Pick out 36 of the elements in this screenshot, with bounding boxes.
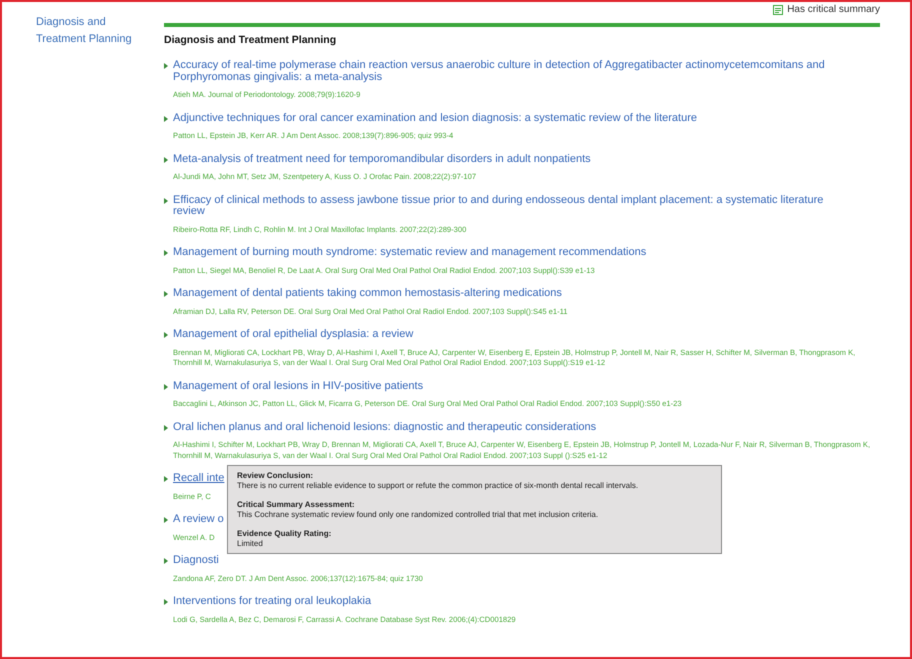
triangle-icon	[164, 558, 168, 564]
article-link[interactable]: A review o	[173, 514, 224, 526]
triangle-icon	[164, 332, 168, 338]
article-link[interactable]: Accuracy of real-time polymerase chain reaction versus anaerobic culture in detection of Aggregatibacter actinomycetemcomitans and Porphyromonas gingivalis: a meta-analysis	[173, 60, 840, 83]
article-link[interactable]: Management of oral epithelial dysplasia: a review	[173, 329, 414, 340]
article-link[interactable]: Management of dental patients taking common hemostasis-altering medications	[173, 288, 562, 300]
article-link[interactable]: Diagnosti	[173, 555, 219, 566]
triangle-icon	[164, 291, 168, 297]
triangle-icon	[164, 198, 168, 204]
article-link[interactable]: Management of burning mouth syndrome: systematic review and management recommendations	[173, 247, 646, 258]
tooltip-text: Limited	[237, 539, 264, 549]
article-link[interactable]: Meta-analysis of treatment need for temporomandibular disorders in adult nonpatients	[173, 154, 591, 165]
article-link[interactable]: Management of oral lesions in HIV-positive patients	[173, 380, 424, 392]
tooltip-text: This Cochrane systematic review found only one randomized controlled trial that met inclusion criteria.	[237, 510, 600, 520]
article-link[interactable]: Recall inte	[173, 473, 224, 484]
triangle-icon	[164, 476, 168, 482]
document-icon	[773, 5, 784, 15]
triangle-icon	[164, 250, 168, 256]
triangle-icon	[164, 599, 168, 605]
article-link[interactable]: Oral lichen planus and oral lichenoid lesions: diagnostic and therapeutic considerations	[173, 422, 596, 433]
legend-text: Has critical summary	[787, 5, 880, 15]
tooltip-text: There is no current reliable evidence to support or refute the common practice of six-month dental recall intervals.	[237, 481, 640, 491]
triangle-icon	[164, 63, 168, 69]
article-link[interactable]: Interventions for treating oral leukoplakia	[173, 596, 372, 608]
section-title: Diagnosis and Treatment Planning	[164, 34, 338, 46]
tooltip-heading: Critical Summary Assessment:	[237, 500, 356, 510]
triangle-icon	[164, 384, 168, 390]
triangle-icon	[164, 517, 168, 523]
tooltip-heading: Evidence Quality Rating:	[237, 529, 332, 539]
triangle-icon	[164, 156, 168, 162]
triangle-icon	[164, 424, 168, 430]
triangle-icon	[164, 116, 168, 122]
article-link[interactable]: Adjunctive techniques for oral cancer examination and lesion diagnosis: a systematic review of the literature	[173, 112, 697, 124]
article-link[interactable]: Efficacy of clinical methods to assess jawbone tissue prior to and during endosseous dental implant placement: a systematic literature review	[173, 194, 840, 218]
tooltip-heading: Review Conclusion:	[237, 471, 314, 481]
sidebar-link[interactable]: Diagnosis and Treatment Planning	[36, 14, 138, 48]
